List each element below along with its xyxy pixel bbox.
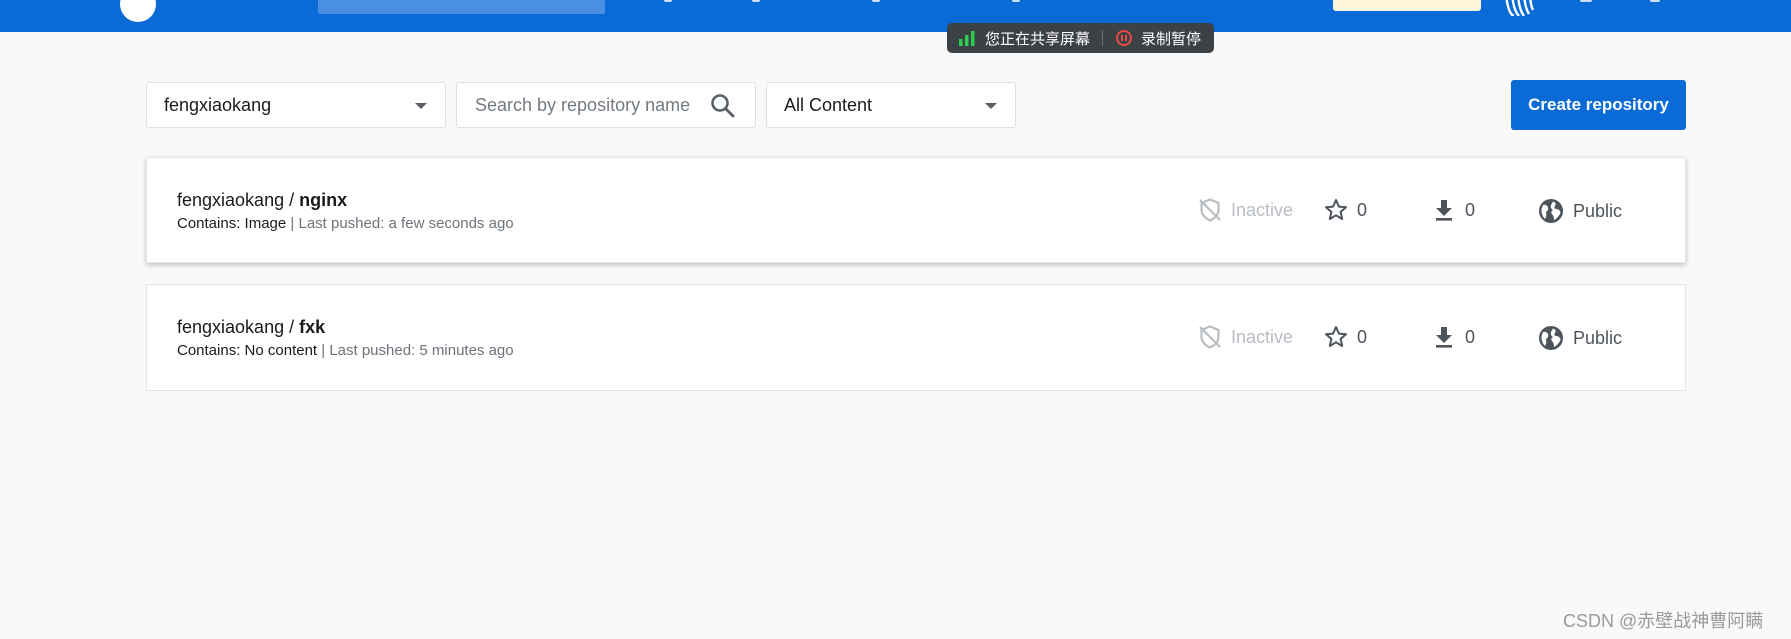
nav-link-explore[interactable] [664, 0, 672, 2]
contains-value: Image [244, 215, 287, 232]
docker-logo-icon [120, 0, 156, 22]
star-icon [1325, 326, 1347, 347]
sharing-status: 您正在共享屏幕 [947, 28, 1090, 49]
globe-icon [1539, 326, 1563, 350]
repository-separator: / [284, 190, 300, 210]
nav-link-help[interactable] [1012, 0, 1020, 2]
scan-status-label: Inactive [1231, 326, 1294, 347]
share-divider [1102, 30, 1104, 46]
signal-bars-icon [959, 31, 975, 46]
chevron-down-icon [415, 103, 427, 109]
last-pushed: | Last pushed: 5 minutes ago [317, 342, 514, 359]
repository-card[interactable]: fengxiaokang / nginx Contains: Image | L… [146, 157, 1686, 263]
contains-label: Contains: [177, 342, 245, 359]
download-icon [1436, 327, 1452, 348]
repository-namespace: fengxiaokang [177, 317, 285, 337]
download-icon [1436, 200, 1452, 221]
sharing-label: 您正在共享屏幕 [985, 30, 1091, 48]
global-search-input[interactable] [318, 0, 605, 14]
scan-status-label: Inactive [1231, 199, 1294, 220]
pause-icon [1116, 30, 1133, 46]
content-filter-select[interactable]: All Content [766, 82, 1016, 128]
recording-label: 录制暂停 [1141, 30, 1202, 48]
user-menu-caret[interactable] [1650, 0, 1660, 2]
star-count-value: 0 [1357, 199, 1368, 220]
pull-count-value: 0 [1465, 199, 1476, 220]
screen-share-indicator: 您正在共享屏幕 录制暂停 [947, 23, 1214, 53]
contains-value: No content [244, 342, 318, 359]
pull-count: 0 [1431, 197, 1475, 223]
pull-count-value: 0 [1465, 326, 1476, 347]
nav-link-organizations[interactable] [872, 0, 880, 2]
top-nav-bar [0, 0, 1791, 32]
scan-status: Inactive [1197, 197, 1293, 223]
nav-link-repositories[interactable] [752, 0, 760, 2]
pull-count: 0 [1431, 324, 1475, 350]
visibility-label: Public [1573, 327, 1623, 348]
content-filter-value: All Content [784, 94, 873, 115]
last-pushed: | Last pushed: a few seconds ago [286, 215, 514, 232]
visibility: Public [1537, 324, 1622, 352]
logo-wordmark [166, 0, 173, 17]
shield-off-icon [1199, 325, 1221, 349]
repository-meta: Contains: Image | Last pushed: a few sec… [177, 215, 514, 232]
globe-icon [1539, 199, 1563, 223]
contains-label: Contains: [177, 215, 245, 232]
chevron-down-icon [985, 103, 997, 109]
repository-title[interactable]: fengxiaokang / nginx [177, 190, 347, 211]
namespace-value: fengxiaokang [164, 94, 272, 115]
repository-title[interactable]: fengxiaokang / fxk [177, 317, 325, 338]
username-menu[interactable] [1580, 0, 1592, 2]
repository-separator: / [284, 317, 300, 337]
shield-off-icon [1199, 198, 1221, 222]
docker-hub-logo[interactable] [120, 0, 173, 22]
visibility: Public [1537, 197, 1622, 225]
star-icon [1325, 199, 1347, 220]
repository-namespace: fengxiaokang [177, 190, 285, 210]
repository-search-input[interactable] [457, 83, 707, 127]
repository-name: nginx [299, 190, 348, 210]
repository-meta: Contains: No content | Last pushed: 5 mi… [177, 342, 514, 359]
upgrade-button[interactable] [1333, 0, 1481, 11]
fingerprint-avatar-icon[interactable] [1500, 0, 1542, 16]
star-count: 0 [1323, 324, 1367, 350]
repository-name: fxk [299, 317, 326, 337]
create-repository-button[interactable]: Create repository [1511, 80, 1686, 130]
repository-card[interactable]: fengxiaokang / fxk Contains: No content … [146, 284, 1686, 391]
star-count: 0 [1323, 197, 1367, 223]
csdn-watermark: CSDN @赤壁战神曹阿瞒 [1563, 611, 1764, 631]
star-count-value: 0 [1357, 326, 1368, 347]
repository-search[interactable] [456, 82, 756, 128]
recording-pause-button[interactable]: 录制暂停 [1105, 28, 1201, 49]
visibility-label: Public [1573, 200, 1623, 221]
namespace-select[interactable]: fengxiaokang [146, 82, 446, 128]
search-icon[interactable] [710, 93, 736, 119]
scan-status: Inactive [1197, 324, 1293, 350]
